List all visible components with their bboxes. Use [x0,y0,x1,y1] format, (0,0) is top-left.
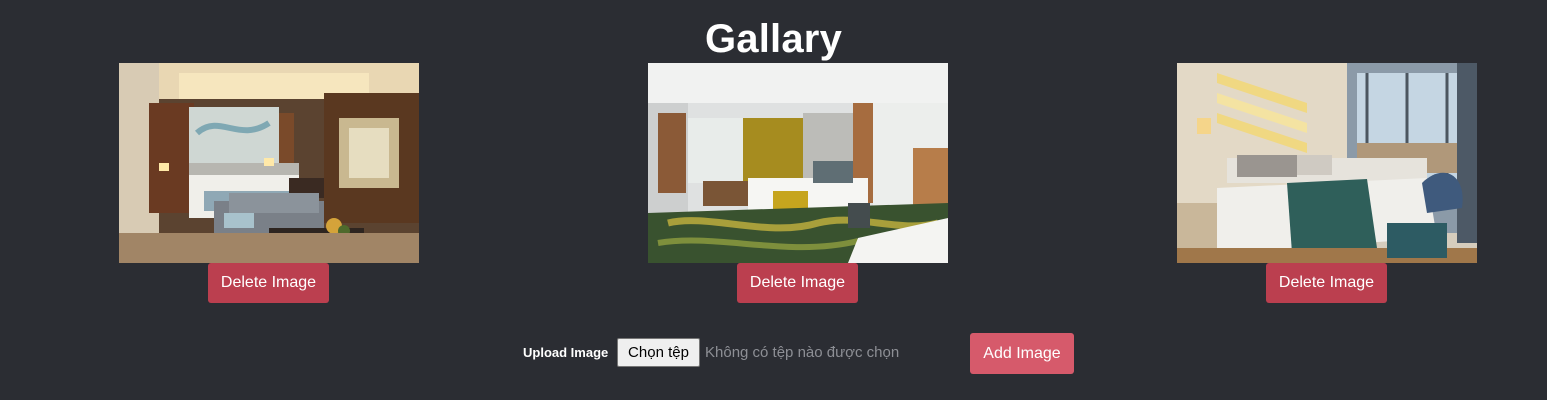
upload-image-label: Upload Image [523,345,609,360]
page-title: Gallary [704,17,843,61]
delete-image-button[interactable]: Delete Image [208,263,329,303]
add-image-button[interactable]: Add Image [970,333,1074,374]
gallery-image [119,63,419,263]
gallery-card: Delete Image [648,63,948,303]
file-status-text: Không có tệp nào được chọn [705,344,900,361]
gallery-image [648,63,948,263]
gallery-image [1177,63,1477,263]
delete-image-button[interactable]: Delete Image [737,263,858,303]
gallery-card: Delete Image [1177,63,1477,303]
choose-file-button[interactable]: Chọn tệp [617,338,700,367]
gallery-page: Gallary Delete Image Delete Image Delete… [0,0,1547,400]
gallery-card: Delete Image [119,63,419,303]
upload-form: Upload Image Chọn tệp Không có tệp nào đ… [0,333,1547,374]
delete-image-button[interactable]: Delete Image [1266,263,1387,303]
